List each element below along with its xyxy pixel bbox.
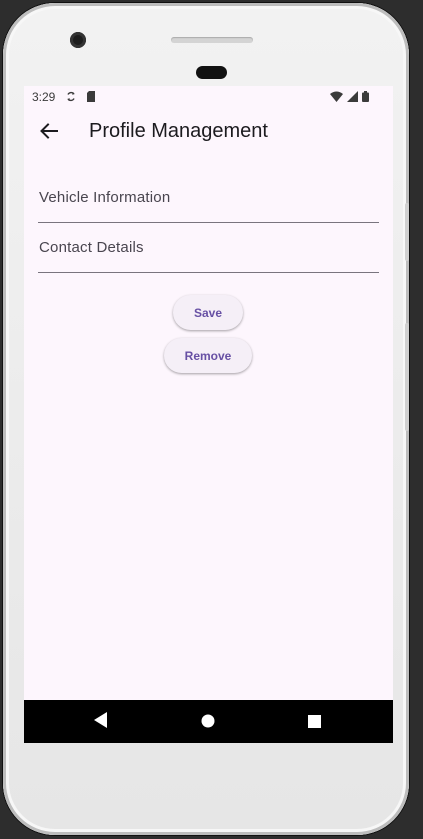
page-title: Profile Management <box>89 120 268 142</box>
power-button <box>405 323 409 431</box>
status-bar: 3:29 <box>24 86 393 108</box>
status-time: 3:29 <box>32 90 56 104</box>
back-button[interactable] <box>36 120 62 146</box>
arrow-back-icon <box>40 123 58 143</box>
remove-button[interactable]: Remove <box>164 338 252 373</box>
nav-back-button[interactable] <box>90 711 112 733</box>
sync-icon <box>66 91 76 102</box>
system-navigation-bar <box>24 700 393 743</box>
save-button[interactable]: Save <box>173 295 243 330</box>
front-camera <box>70 32 86 48</box>
nav-home-button[interactable] <box>197 711 219 733</box>
volume-button <box>405 203 409 261</box>
app-bar: Profile Management <box>24 108 393 158</box>
vehicle-information-field[interactable]: Vehicle Information <box>38 176 379 223</box>
app-screen: 3:29 Profile Management Vehicle Informat… <box>24 86 393 743</box>
nav-recents-button[interactable] <box>303 711 325 733</box>
contact-details-field[interactable]: Contact Details <box>38 226 379 273</box>
battery-icon <box>362 91 369 105</box>
proximity-sensor <box>196 66 227 79</box>
wifi-icon <box>330 91 343 105</box>
contact-details-label: Contact Details <box>39 239 144 256</box>
nav-home-icon <box>201 713 215 732</box>
nav-back-icon <box>94 712 108 732</box>
earpiece-speaker <box>171 37 253 43</box>
sd-card-icon <box>86 91 96 102</box>
status-right-icons <box>330 91 369 105</box>
vehicle-information-label: Vehicle Information <box>39 189 171 206</box>
cell-signal-icon <box>347 91 358 105</box>
nav-recents-icon <box>307 713 321 732</box>
